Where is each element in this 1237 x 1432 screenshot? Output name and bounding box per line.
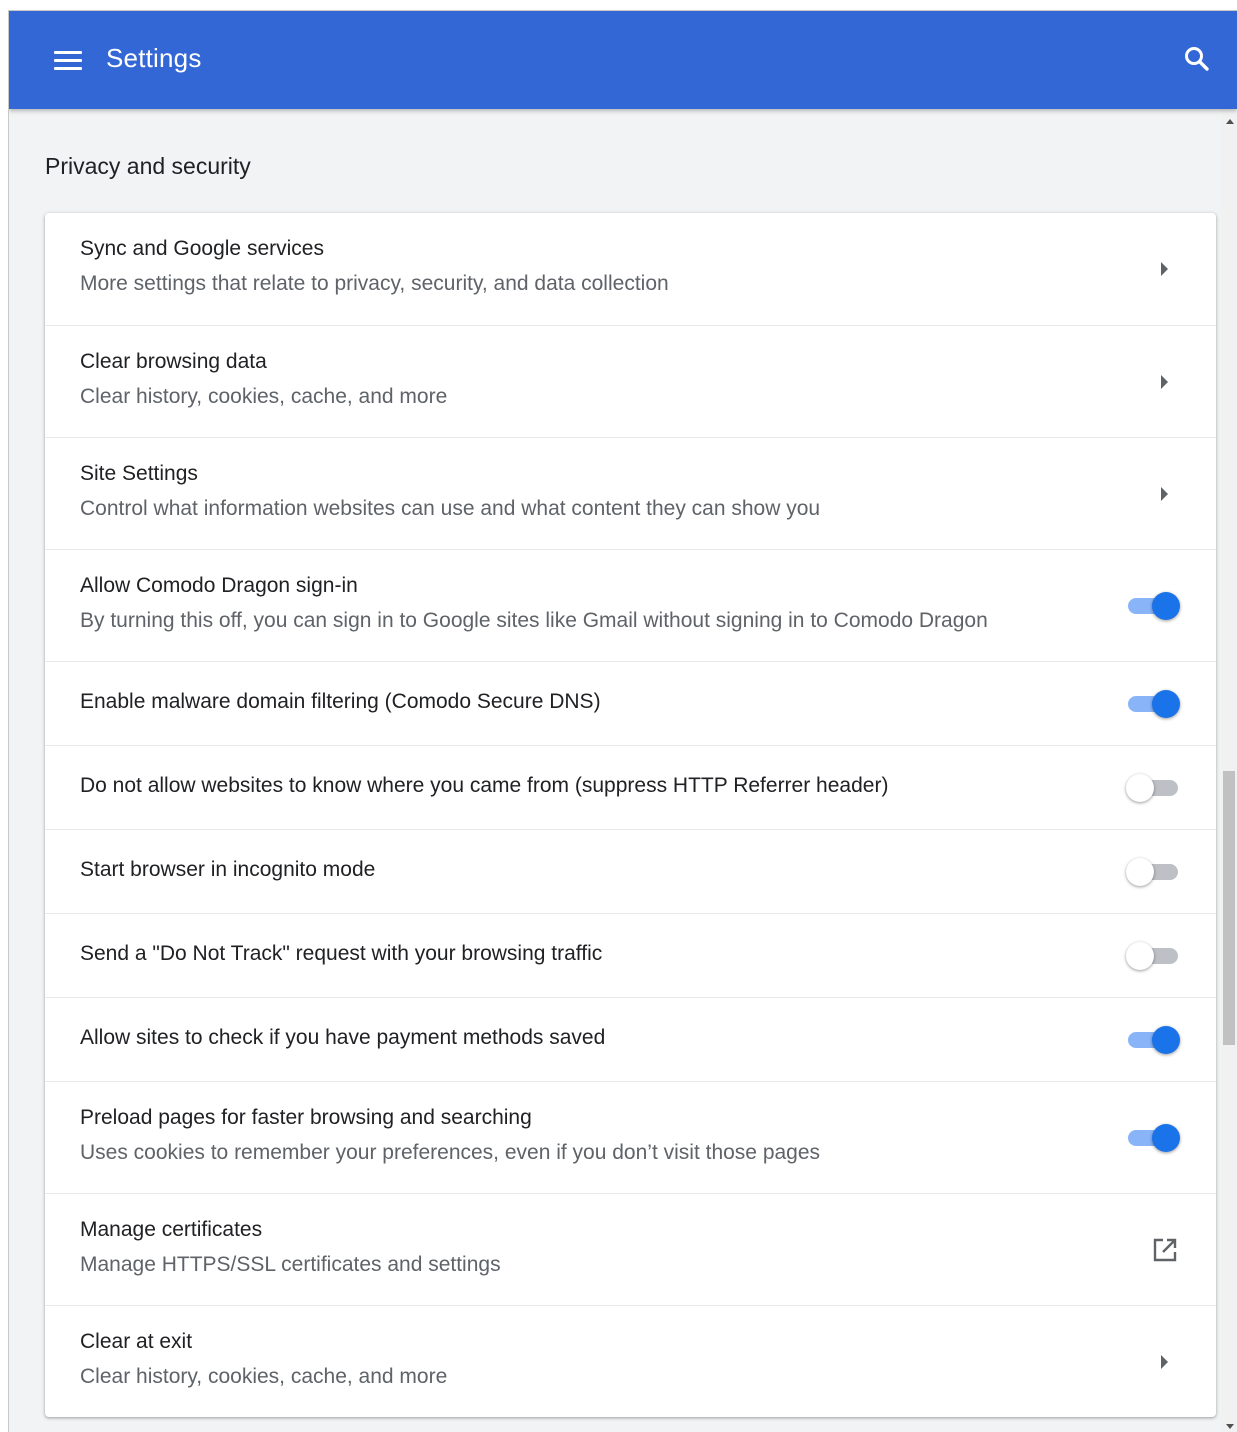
row-sublabel: Clear history, cookies, cache, and more: [80, 1365, 448, 1388]
row-text: Preload pages for faster browsing and se…: [80, 1105, 1076, 1166]
privacy-card: Sync and Google services More settings th…: [45, 213, 1216, 1417]
row-text: Allow sites to check if you have payment…: [80, 1025, 1076, 1051]
external-link-icon[interactable]: [1150, 1235, 1180, 1265]
settings-content: Privacy and security Sync and Google ser…: [9, 109, 1222, 1432]
row-label: Manage certificates: [80, 1218, 263, 1241]
toggle-switch[interactable]: [1126, 1025, 1182, 1054]
row-text: Do not allow websites to know where you …: [80, 773, 1076, 799]
row-text: Site Settings Control what information we…: [80, 461, 1076, 522]
row-label: Start browser in incognito mode: [80, 858, 376, 881]
row-label: Send a "Do Not Track" request with your …: [80, 942, 603, 965]
toggle-knob: [1152, 689, 1180, 718]
toggle-knob: [1152, 591, 1180, 620]
row-sublabel: Clear history, cookies, cache, and more: [80, 385, 448, 408]
toggle-switch[interactable]: [1126, 857, 1182, 886]
row-text: Clear at exit Clear history, cookies, cac…: [80, 1329, 1076, 1390]
settings-row-allow-sites-to-check-if-you-have-payment[interactable]: Allow sites to check if you have payment…: [45, 997, 1216, 1081]
row-text: Clear browsing data Clear history, cookie…: [80, 349, 1076, 410]
row-text: Manage certificates Manage HTTPS/SSL cert…: [80, 1217, 1076, 1278]
section-title: Privacy and security: [45, 153, 251, 179]
row-label: Site Settings: [80, 462, 198, 485]
row-label: Do not allow websites to know where you …: [80, 774, 889, 797]
settings-row-sync-and-google-services[interactable]: Sync and Google services More settings th…: [45, 213, 1216, 325]
app-title: Settings: [106, 43, 202, 73]
toggle-knob: [1126, 857, 1154, 886]
settings-window: Settings Privacy and security Sync and G…: [8, 10, 1237, 1432]
toggle-switch[interactable]: [1126, 689, 1182, 718]
settings-row-send-a-do-not-track-request-with-your-br[interactable]: Send a "Do Not Track" request with your …: [45, 913, 1216, 997]
row-sublabel: More settings that relate to privacy, se…: [80, 272, 669, 295]
toggle-knob: [1126, 941, 1154, 970]
settings-row-manage-certificates[interactable]: Manage certificates Manage HTTPS/SSL cert…: [45, 1193, 1216, 1305]
settings-row-enable-malware-domain-filtering-comodo-s[interactable]: Enable malware domain filtering (Comodo …: [45, 661, 1216, 745]
chevron-right-icon[interactable]: [1161, 374, 1168, 389]
toggle-switch[interactable]: [1126, 773, 1182, 802]
toggle-switch[interactable]: [1126, 591, 1182, 620]
scroll-up-arrow-icon[interactable]: [1226, 119, 1234, 124]
row-text: Sync and Google services More settings th…: [80, 236, 1076, 297]
row-sublabel: By turning this off, you can sign in to …: [80, 609, 988, 632]
row-sublabel: Manage HTTPS/SSL certificates and settin…: [80, 1253, 501, 1276]
row-label: Sync and Google services: [80, 237, 324, 260]
settings-row-start-browser-in-incognito-mode[interactable]: Start browser in incognito mode: [45, 829, 1216, 913]
hamburger-menu-icon[interactable]: [49, 45, 89, 77]
settings-row-do-not-allow-websites-to-know-where-you-[interactable]: Do not allow websites to know where you …: [45, 745, 1216, 829]
settings-row-clear-at-exit[interactable]: Clear at exit Clear history, cookies, cac…: [45, 1305, 1216, 1417]
chevron-right-icon[interactable]: [1161, 1354, 1168, 1369]
row-label: Allow sites to check if you have payment…: [80, 1026, 606, 1049]
row-sublabel: Uses cookies to remember your preference…: [80, 1141, 821, 1164]
chevron-right-icon[interactable]: [1161, 262, 1168, 276]
row-sublabel: Control what information websites can us…: [80, 497, 821, 520]
toggle-switch[interactable]: [1126, 941, 1182, 970]
scrollbar[interactable]: [1221, 109, 1237, 1432]
row-label: Clear at exit: [80, 1330, 193, 1353]
row-text: Allow Comodo Dragon sign-in By turning th…: [80, 573, 1076, 634]
row-label: Allow Comodo Dragon sign-in: [80, 574, 358, 597]
chevron-right-icon[interactable]: [1161, 486, 1168, 501]
settings-row-clear-browsing-data[interactable]: Clear browsing data Clear history, cookie…: [45, 325, 1216, 437]
toggle-switch[interactable]: [1126, 1123, 1182, 1152]
settings-row-preload-pages-for-faster-browsing-and-se[interactable]: Preload pages for faster browsing and se…: [45, 1081, 1216, 1193]
toggle-knob: [1152, 1025, 1180, 1054]
toggle-knob: [1126, 773, 1154, 802]
search-icon[interactable]: [1179, 41, 1215, 77]
settings-row-allow-comodo-dragon-sign-in[interactable]: Allow Comodo Dragon sign-in By turning th…: [45, 549, 1216, 661]
toggle-knob: [1152, 1123, 1180, 1152]
settings-row-site-settings[interactable]: Site Settings Control what information we…: [45, 437, 1216, 549]
row-label: Preload pages for faster browsing and se…: [80, 1106, 532, 1129]
row-label: Clear browsing data: [80, 350, 267, 373]
row-text: Start browser in incognito mode: [80, 857, 1076, 883]
row-text: Enable malware domain filtering (Comodo …: [80, 689, 1076, 715]
top-toolbar: Settings: [9, 11, 1237, 109]
row-label: Enable malware domain filtering (Comodo …: [80, 690, 601, 713]
scrollbar-thumb[interactable]: [1223, 771, 1235, 1045]
row-text: Send a "Do Not Track" request with your …: [80, 941, 1076, 967]
scroll-down-arrow-icon[interactable]: [1226, 1424, 1234, 1429]
